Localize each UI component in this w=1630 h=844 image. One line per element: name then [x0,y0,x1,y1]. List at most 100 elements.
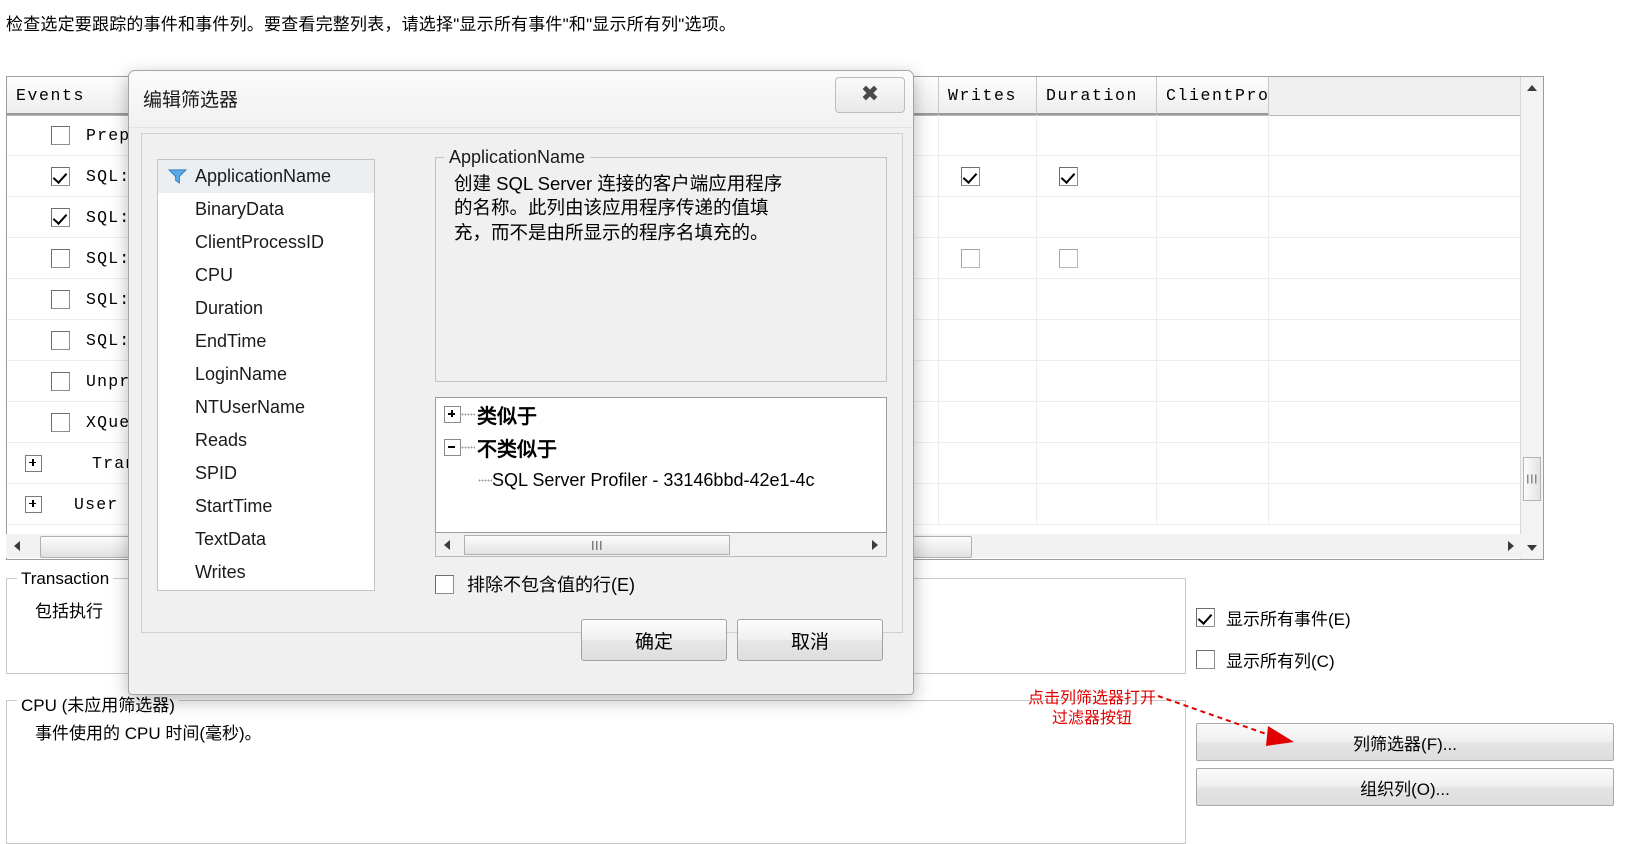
grid-cell[interactable] [1157,279,1269,319]
collapse-minus-icon[interactable] [444,439,461,456]
grid-cell[interactable] [939,484,1037,524]
grid-cell[interactable] [1037,443,1157,483]
grid-cell[interactable] [939,361,1037,401]
filter-column-item-applicationname[interactable]: ApplicationName [158,160,374,193]
grid-cell[interactable] [1037,484,1157,524]
column-filters-label: 列筛选器(F)... [1353,734,1457,754]
grid-cell[interactable] [1037,279,1157,319]
event-checkbox[interactable] [51,166,70,186]
grid-cell[interactable] [1037,320,1157,360]
grid-cell[interactable] [939,402,1037,442]
show-all-events-checkbox[interactable] [1196,608,1215,627]
filter-column-item-spid[interactable]: SPID [158,457,374,490]
tree-connector-icon [461,413,475,416]
grid-cell[interactable] [1037,361,1157,401]
grid-cell[interactable] [1157,115,1269,155]
filter-column-item-cpu[interactable]: CPU [158,259,374,292]
grid-cell[interactable] [1037,115,1157,155]
scroll-down-icon[interactable] [1521,537,1543,559]
filter-values-tree[interactable]: 类似于 不类似于 SQL Server Profiler - 33146bbd-… [435,397,887,533]
vertical-scroll-thumb[interactable] [1523,457,1541,501]
grid-cell[interactable] [939,443,1037,483]
organize-columns-button[interactable]: 组织列(O)... [1196,768,1614,806]
grid-column-header-clientprocessid[interactable]: ClientProcessID [1157,77,1269,115]
event-checkbox[interactable] [51,330,70,350]
grid-cell[interactable] [939,115,1037,155]
tree-node-like-label: 类似于 [477,406,537,428]
filter-column-list[interactable]: ApplicationName BinaryData ClientProcessID… [157,159,375,591]
grid-cell[interactable] [1157,156,1269,196]
filter-column-item-label: NTUserName [195,397,306,417]
dialog-title: 编辑筛选器 [143,90,239,111]
column-checkbox[interactable] [1059,248,1078,268]
event-checkbox[interactable] [51,371,70,391]
grid-cell[interactable] [939,156,1037,196]
grid-cell[interactable] [1157,361,1269,401]
grid-cell[interactable] [1157,320,1269,360]
grid-cell[interactable] [1037,156,1157,196]
scroll-up-icon[interactable] [1521,77,1543,99]
expand-plus-icon[interactable] [25,454,42,472]
column-filters-button[interactable]: 列筛选器(F)... [1196,723,1614,761]
scroll-left-icon[interactable] [6,535,28,557]
exclude-rows-row[interactable]: 排除不包含值的行(E) [435,571,635,597]
tree-node-like[interactable]: 类似于 [436,398,886,431]
grid-cell[interactable] [1157,443,1269,483]
show-all-columns-row[interactable]: 显示所有列(C) [1196,647,1335,672]
dialog-title-bar[interactable]: 编辑筛选器 ✖ [129,71,913,128]
filter-column-item-writes[interactable]: Writes [158,556,374,589]
event-checkbox[interactable] [51,289,70,309]
grid-cell[interactable] [1157,402,1269,442]
grid-cell[interactable] [1037,402,1157,442]
grid-column-header-duration[interactable]: Duration [1037,77,1157,115]
expand-plus-icon[interactable] [444,406,461,423]
grid-cell[interactable] [1157,238,1269,278]
dialog-ok-button[interactable]: 确定 [581,619,727,661]
grid-column-header-label: Events [16,85,86,105]
grid-cell[interactable] [939,279,1037,319]
tree-horizontal-scrollbar[interactable] [435,533,887,557]
event-checkbox[interactable] [51,125,70,145]
scroll-right-icon[interactable] [1500,535,1522,557]
grid-cell[interactable] [1037,238,1157,278]
tree-scroll-right-icon[interactable] [864,534,886,556]
dialog-cancel-button[interactable]: 取消 [737,619,883,661]
tree-scroll-left-icon[interactable] [436,534,458,556]
expand-plus-icon[interactable] [25,495,42,513]
show-all-events-row[interactable]: 显示所有事件(E) [1196,605,1351,630]
dialog-cancel-label: 取消 [790,631,829,653]
filter-column-item-clientprocessid[interactable]: ClientProcessID [158,226,374,259]
grid-cell[interactable] [1037,197,1157,237]
event-checkbox[interactable] [51,207,70,227]
column-checkbox[interactable] [1059,166,1078,186]
tree-leaf-not-like-value[interactable]: SQL Server Profiler - 33146bbd-42e1-4c [436,464,886,497]
filter-column-item-endtime[interactable]: EndTime [158,325,374,358]
column-checkbox[interactable] [961,166,980,186]
grid-column-header-writes[interactable]: Writes [939,77,1037,115]
column-checkbox[interactable] [961,248,980,268]
filter-column-item-loginname[interactable]: LoginName [158,358,374,391]
grid-cell[interactable] [939,320,1037,360]
filter-column-item-duration[interactable]: Duration [158,292,374,325]
event-checkbox[interactable] [51,248,70,268]
grid-cell[interactable] [1157,484,1269,524]
grid-cell[interactable] [1157,197,1269,237]
show-all-columns-checkbox[interactable] [1196,650,1215,669]
tree-node-not-like[interactable]: 不类似于 [436,431,886,464]
dialog-close-button[interactable]: ✖ [835,77,905,113]
grid-vertical-scrollbar[interactable] [1520,77,1543,559]
tree-connector-icon-2 [461,446,475,449]
column-description-legend: ApplicationName [444,147,591,168]
filter-column-item-binarydata[interactable]: BinaryData [158,193,374,226]
filter-column-item-starttime[interactable]: StartTime [158,490,374,523]
filter-column-item-reads[interactable]: Reads [158,424,374,457]
filter-column-item-label: CPU [195,265,234,285]
tree-scroll-thumb[interactable] [464,535,730,555]
edit-filter-dialog[interactable]: 编辑筛选器 ✖ ApplicationName BinaryData ClientP… [128,70,914,695]
event-checkbox[interactable] [51,412,70,432]
grid-cell[interactable] [939,197,1037,237]
grid-cell[interactable] [939,238,1037,278]
filter-column-item-ntusername[interactable]: NTUserName [158,391,374,424]
filter-column-item-textdata[interactable]: TextData [158,523,374,556]
exclude-rows-checkbox[interactable] [435,574,454,594]
